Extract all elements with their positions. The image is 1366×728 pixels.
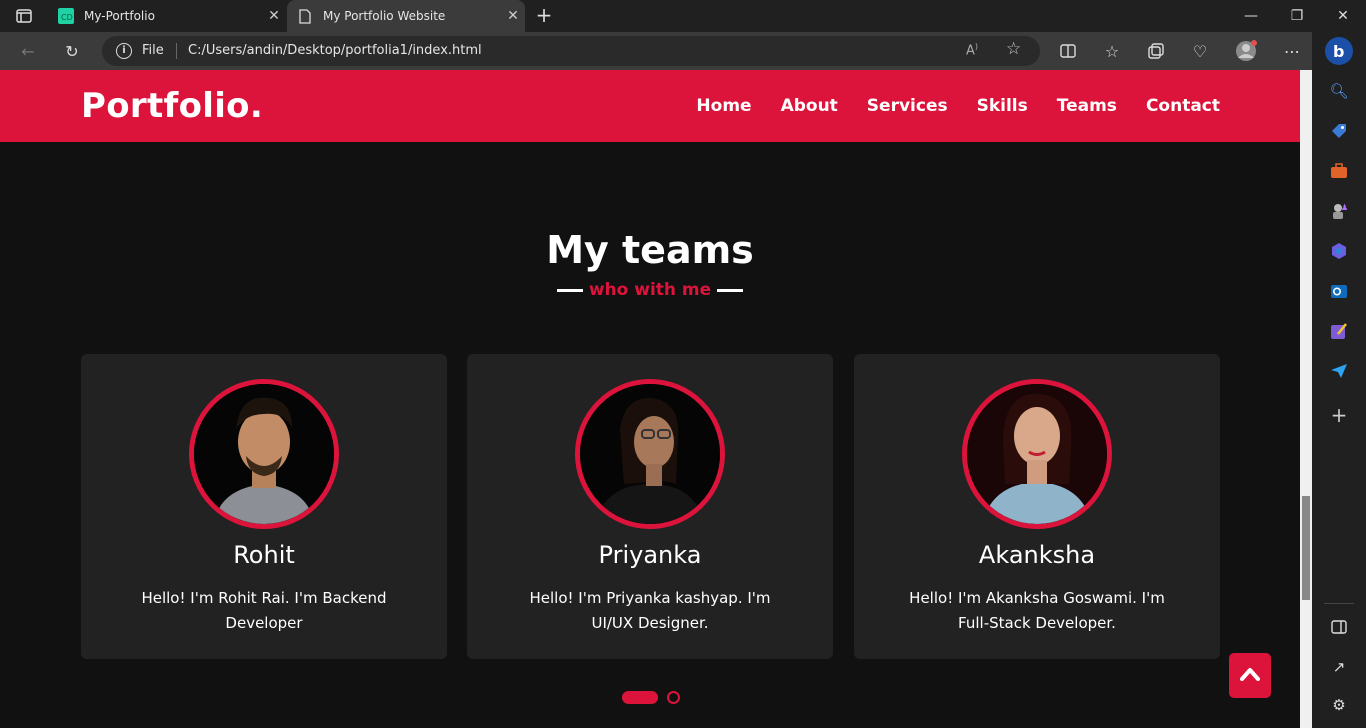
- browser-tab-2[interactable]: My Portfolio Website ✕: [287, 0, 525, 32]
- tab-title: My-Portfolio: [84, 9, 155, 23]
- back-icon[interactable]: ←: [16, 40, 40, 62]
- browser-toolbar: ← ↻ i File C:/Users/andin/Desktop/portfo…: [0, 32, 1312, 70]
- sidebar-divider: [1324, 603, 1354, 604]
- scrollbar-thumb[interactable]: [1302, 496, 1310, 600]
- codepen-favicon-icon: CD: [58, 8, 74, 24]
- edge-sidebar: b 🔍︎ ♟ + ↗ ⚙: [1312, 32, 1366, 728]
- close-tab-icon[interactable]: ✕: [501, 8, 525, 24]
- favorites-icon[interactable]: ☆: [1100, 40, 1124, 62]
- scroll-to-top-button[interactable]: [1229, 653, 1271, 698]
- nav-teams[interactable]: Teams: [1057, 96, 1117, 116]
- address-bar[interactable]: i File C:/Users/andin/Desktop/portfolia1…: [102, 36, 1040, 66]
- more-menu-icon[interactable]: ⋯: [1280, 40, 1304, 62]
- nav-contact[interactable]: Contact: [1146, 96, 1220, 116]
- carousel-dot-active[interactable]: [622, 691, 658, 704]
- page-scrollbar[interactable]: [1300, 70, 1312, 728]
- games-icon[interactable]: ♟: [1328, 200, 1350, 222]
- scheme-label: File: [142, 43, 164, 58]
- site-logo[interactable]: Portfolio.: [81, 86, 263, 126]
- restore-icon[interactable]: ❐: [1274, 0, 1320, 32]
- open-external-icon[interactable]: ↗: [1328, 656, 1350, 678]
- close-tab-icon[interactable]: ✕: [262, 8, 286, 24]
- add-sidebar-app-icon[interactable]: +: [1328, 403, 1350, 427]
- nav-home[interactable]: Home: [696, 96, 751, 116]
- browser-essentials-icon[interactable]: ♡: [1188, 40, 1212, 62]
- nav-about[interactable]: About: [781, 96, 838, 116]
- member-description: Hello! I'm Rohit Rai. I'm Backend Develo…: [141, 589, 387, 632]
- subtitle-line-left: [556, 288, 583, 292]
- member-name: Priyanka: [598, 541, 702, 569]
- svg-text:b: b: [1333, 42, 1344, 61]
- collections-icon[interactable]: [1144, 40, 1168, 62]
- avatar: [189, 379, 339, 529]
- avatar: [575, 379, 725, 529]
- url-text[interactable]: C:/Users/andin/Desktop/portfolia1/index.…: [188, 43, 482, 58]
- member-name: Akanksha: [978, 541, 1096, 569]
- search-icon[interactable]: 🔍︎: [1328, 80, 1350, 102]
- tab-title: My Portfolio Website: [323, 9, 446, 23]
- sidebar-settings-gear-icon[interactable]: ⚙: [1328, 694, 1350, 716]
- new-tab-icon[interactable]: +: [532, 5, 556, 27]
- nav-services[interactable]: Services: [867, 96, 948, 116]
- read-aloud-icon[interactable]: A): [966, 42, 978, 58]
- divider: [176, 43, 177, 59]
- subtitle-line-right: [717, 288, 744, 292]
- section-subtitle-row: who with me: [0, 280, 1300, 300]
- carousel-dot[interactable]: [667, 691, 680, 704]
- copilot-icon[interactable]: b: [1324, 36, 1354, 66]
- send-icon[interactable]: [1328, 360, 1350, 382]
- designer-icon[interactable]: [1328, 320, 1350, 342]
- chevron-up-icon: [1240, 666, 1260, 685]
- section-title: My teams: [546, 228, 754, 272]
- hide-sidebar-icon[interactable]: [1328, 616, 1350, 638]
- shopping-tag-icon[interactable]: [1328, 120, 1350, 142]
- nav-skills[interactable]: Skills: [977, 96, 1028, 116]
- team-card: Priyanka Hello! I'm Priyanka kashyap. I'…: [467, 354, 833, 659]
- browser-tab-1[interactable]: CD My-Portfolio ✕: [48, 0, 286, 32]
- outlook-icon[interactable]: [1328, 280, 1350, 302]
- favorite-star-icon[interactable]: ☆: [1006, 39, 1021, 59]
- section-subtitle: who with me: [588, 280, 712, 300]
- document-favicon-icon: [297, 8, 313, 24]
- member-name: Rohit: [233, 541, 295, 569]
- nav-menu: Home About Services Skills Teams Contact: [696, 96, 1220, 116]
- team-card: Rohit Hello! I'm Rohit Rai. I'm Backend …: [81, 354, 447, 659]
- member-description: Hello! I'm Priyanka kashyap. I'm UI/UX D…: [529, 589, 771, 632]
- tools-briefcase-icon[interactable]: [1328, 160, 1350, 182]
- tab-actions-icon[interactable]: [8, 5, 40, 27]
- info-icon[interactable]: i: [116, 43, 132, 59]
- profile-avatar-icon[interactable]: [1234, 40, 1258, 62]
- refresh-icon[interactable]: ↻: [60, 40, 84, 62]
- member-description: Hello! I'm Akanksha Goswami. I'm Full-St…: [909, 589, 1165, 632]
- site-navbar: Portfolio. Home About Services Skills Te…: [0, 70, 1300, 142]
- svg-text:♟: ♟: [1341, 203, 1348, 212]
- web-page: Portfolio. Home About Services Skills Te…: [0, 70, 1300, 728]
- window-close-icon[interactable]: ✕: [1320, 0, 1366, 32]
- svg-text:CD: CD: [61, 13, 73, 22]
- browser-tab-bar: CD My-Portfolio ✕ My Portfolio Website ✕…: [0, 0, 1366, 32]
- split-screen-icon[interactable]: [1056, 40, 1080, 62]
- microsoft-365-icon[interactable]: [1328, 240, 1350, 262]
- team-card: Akanksha Hello! I'm Akanksha Goswami. I'…: [854, 354, 1220, 659]
- avatar: [962, 379, 1112, 529]
- minimize-icon[interactable]: —: [1228, 0, 1274, 32]
